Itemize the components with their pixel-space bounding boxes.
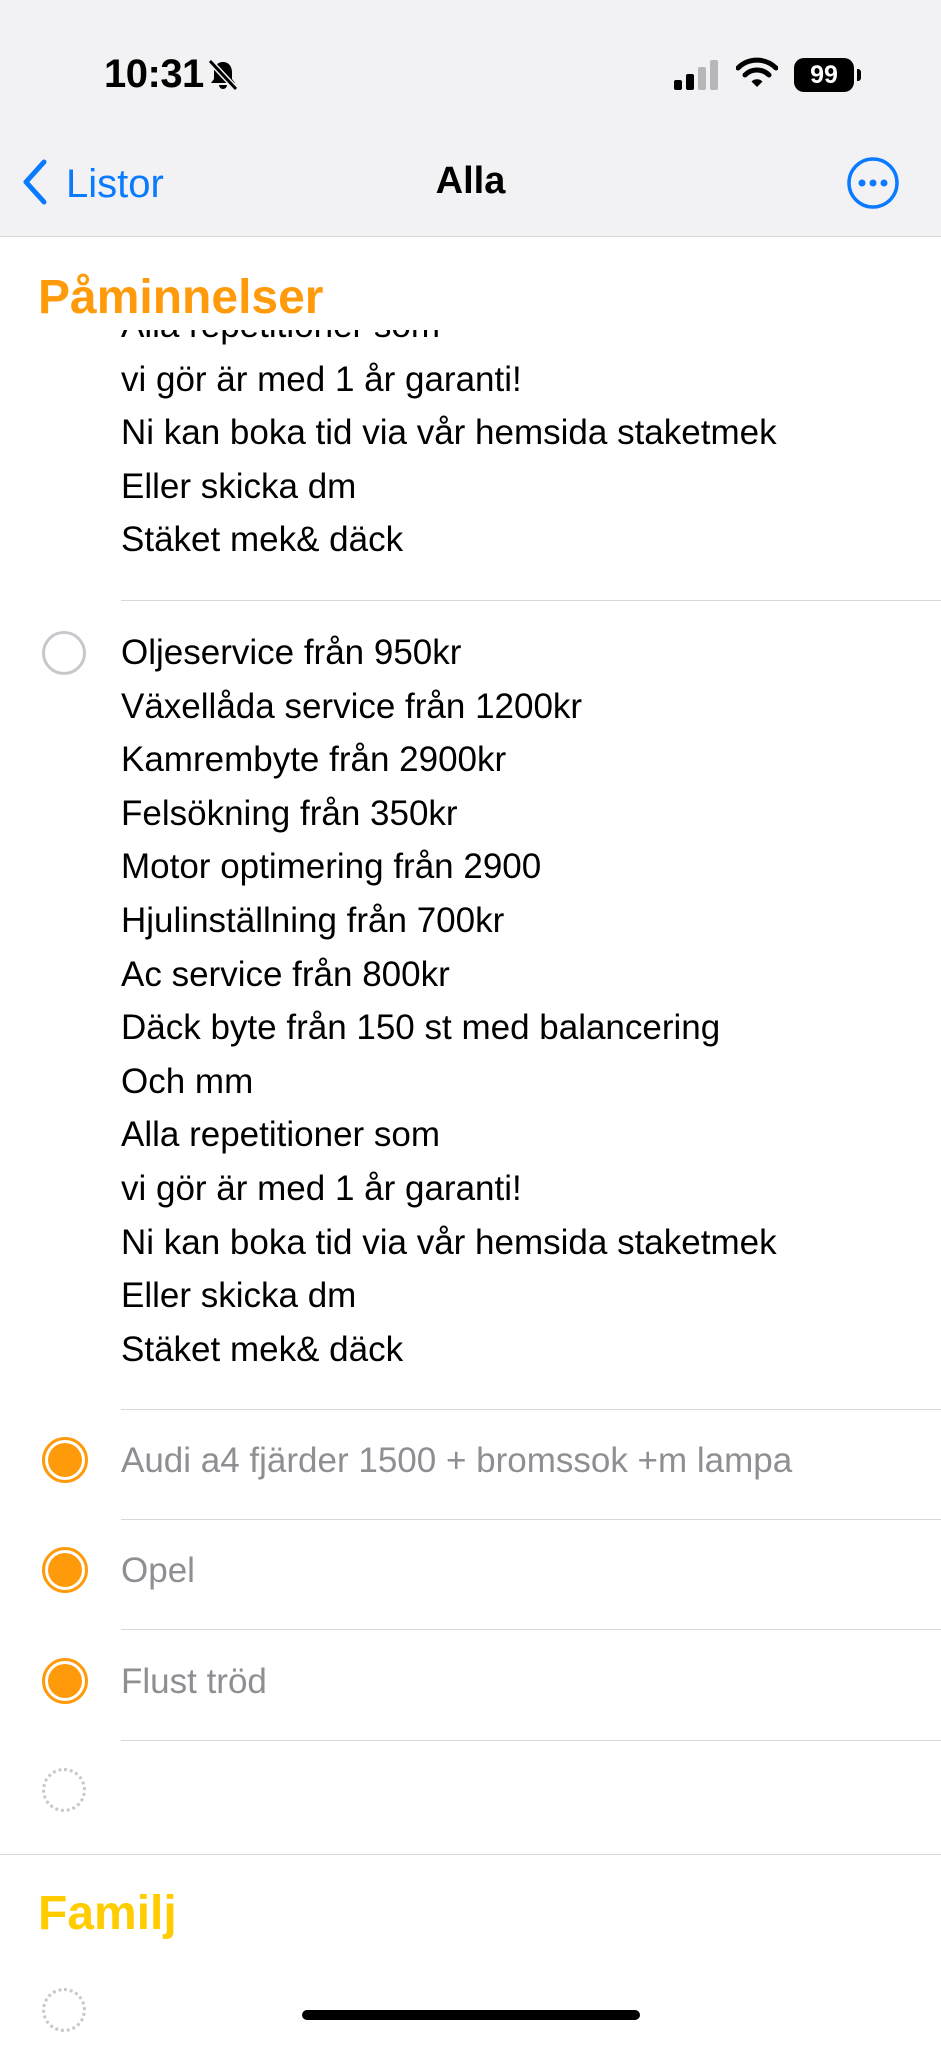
reminder-line: Stäket mek& däck xyxy=(121,1329,404,1369)
section-divider xyxy=(0,1854,941,1855)
reminder-full-text[interactable]: Oljeservice från 950kr Växellåda service… xyxy=(121,626,777,1376)
bell-slash-icon xyxy=(206,58,240,97)
completed-item[interactable]: Opel xyxy=(121,1551,195,1591)
reminder-line: Alla repetitioner som xyxy=(121,330,777,353)
new-reminder-checkbox[interactable] xyxy=(42,1988,86,2032)
reminder-line: Växellåda service från 1200kr xyxy=(121,686,583,726)
reminder-line: Och mm xyxy=(121,1061,254,1101)
reminder-checkbox[interactable] xyxy=(42,631,86,675)
reminder-line: vi gör är med 1 år garanti! xyxy=(121,359,522,399)
status-time: 10:31 xyxy=(104,52,204,96)
reminder-line: Felsökning från 350kr xyxy=(121,793,458,833)
reminder-line: Oljeservice från 950kr xyxy=(121,633,462,672)
navigation-bar: 10:31 99 Listor Alla xyxy=(0,0,941,237)
section-title-familj: Familj xyxy=(38,1887,177,1940)
row-separator xyxy=(121,1409,941,1410)
reminder-line: Motor optimering från 2900 xyxy=(121,847,542,887)
completed-item[interactable]: Audi a4 fjärder 1500 + bromssok +m lampa xyxy=(121,1441,792,1481)
reminder-line: Eller skicka dm xyxy=(121,1276,357,1316)
page-title: Alla xyxy=(435,160,506,202)
checkbox-fill xyxy=(48,1553,82,1587)
reminder-line: Stäket mek& däck xyxy=(121,520,404,560)
reminder-line: vi gör är med 1 år garanti! xyxy=(121,1168,522,1208)
reminder-line: Däck byte från 150 st med balancering xyxy=(121,1008,721,1048)
row-separator xyxy=(121,600,941,601)
checkbox-fill xyxy=(48,1443,82,1477)
ellipsis-circle-icon[interactable] xyxy=(846,156,900,215)
reminder-partial-text: Alla repetitioner som vi gör är med 1 år… xyxy=(121,330,777,567)
reminder-line: Ni kan boka tid via vår hemsida staketme… xyxy=(121,413,777,453)
reminder-partial[interactable]: Alla repetitioner som vi gör är med 1 år… xyxy=(0,330,941,590)
reminder-line: Hjulinställning från 700kr xyxy=(121,900,505,940)
reminder-line: Alla repetitioner som xyxy=(121,1115,441,1155)
battery-icon: 99 xyxy=(794,58,854,92)
completed-checkbox[interactable] xyxy=(42,1547,88,1593)
home-indicator xyxy=(302,2010,640,2020)
battery-tip xyxy=(857,69,861,81)
completed-checkbox[interactable] xyxy=(42,1437,88,1483)
completed-item[interactable]: Flust tröd xyxy=(121,1662,267,1702)
checkbox-fill xyxy=(48,1664,82,1698)
row-separator xyxy=(121,1629,941,1630)
section-title-paminnelser: Påminnelser xyxy=(38,271,324,324)
wifi-icon xyxy=(735,56,779,95)
reminder-line: Ac service från 800kr xyxy=(121,954,450,994)
reminder-line: Ni kan boka tid via vår hemsida staketme… xyxy=(121,1222,777,1262)
reminder-line: Eller skicka dm xyxy=(121,466,357,506)
new-reminder-checkbox[interactable] xyxy=(42,1768,86,1812)
reminder-line: Kamrembyte från 2900kr xyxy=(121,740,507,780)
cellular-signal-icon xyxy=(674,60,720,95)
row-separator xyxy=(121,1740,941,1741)
row-separator xyxy=(121,1519,941,1520)
completed-checkbox[interactable] xyxy=(42,1658,88,1704)
